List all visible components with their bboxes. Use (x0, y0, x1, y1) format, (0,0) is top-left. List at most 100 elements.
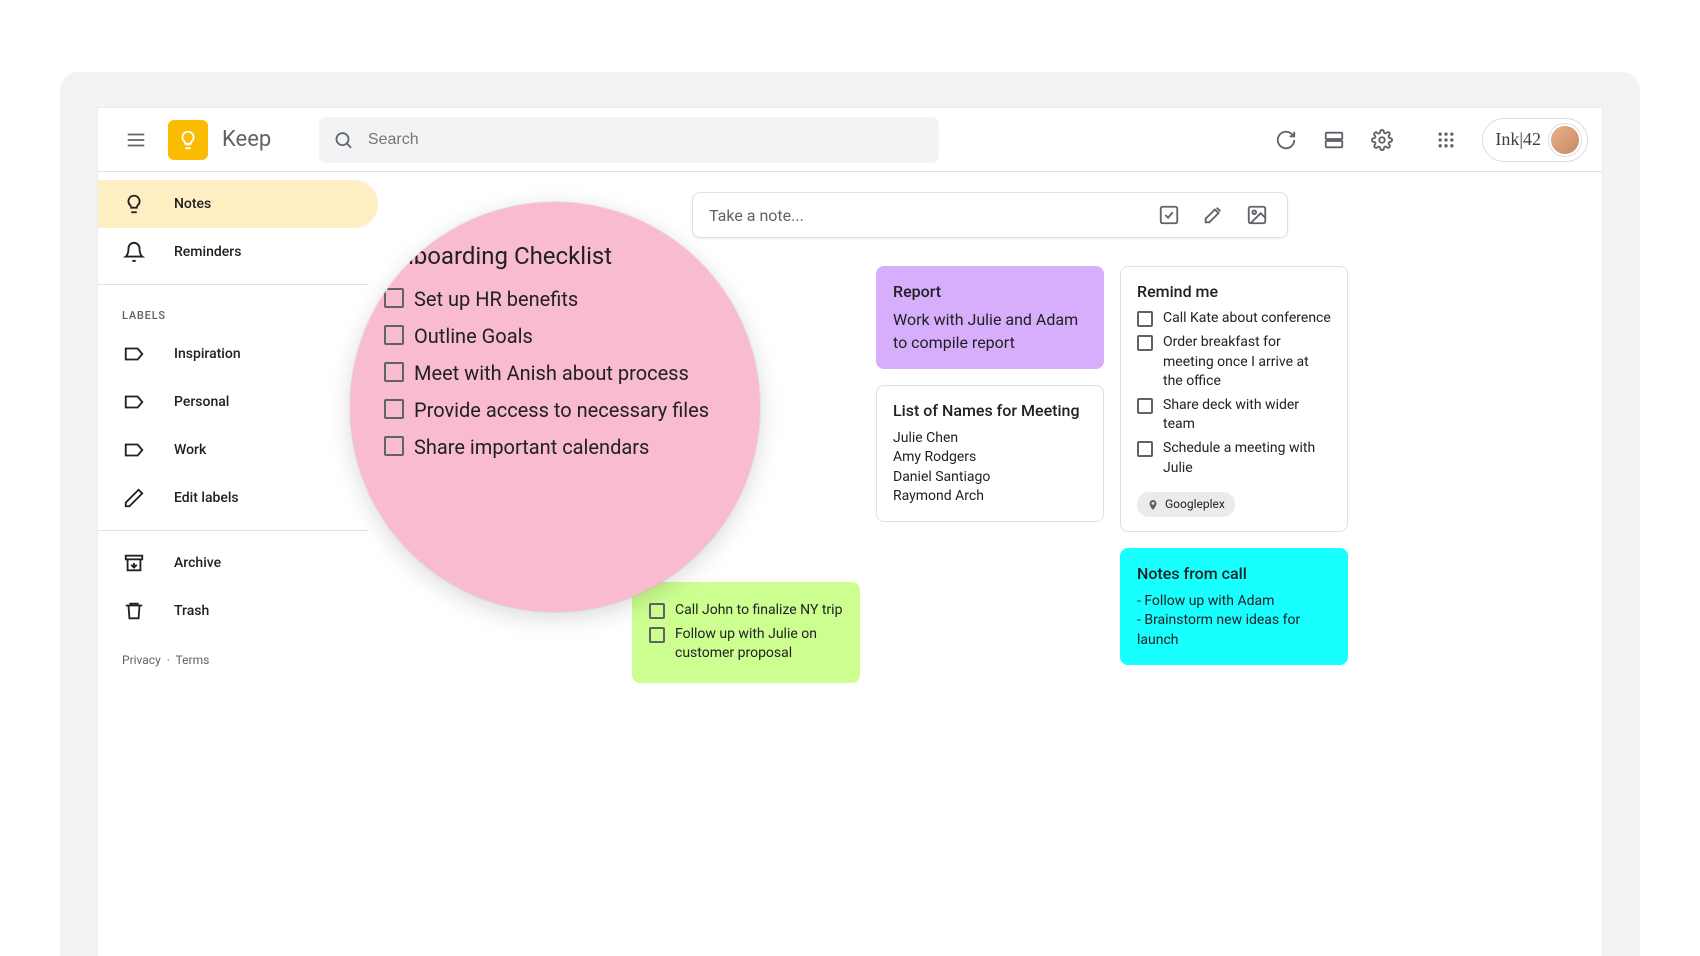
list-item: Julie Chen (893, 429, 1087, 449)
bell-icon (122, 241, 146, 263)
note-body: Work with Julie and Adam to compile repo… (893, 309, 1087, 354)
new-image-button[interactable] (1235, 193, 1279, 237)
note-card-green[interactable]: Call John to finalize NY trip Follow up … (632, 582, 860, 683)
settings-button[interactable] (1360, 118, 1404, 162)
terms-link[interactable]: Terms (176, 653, 210, 667)
app-window: Keep Ink|4 (98, 108, 1602, 956)
privacy-link[interactable]: Privacy (122, 653, 161, 667)
note-line: - Brainstorm new ideas for launch (1137, 611, 1331, 650)
body: Notes Reminders LABELS Inspiration Perso… (98, 172, 1602, 956)
checkbox-icon[interactable] (649, 627, 665, 643)
checklist-item[interactable]: Share deck with wider team (1137, 396, 1331, 435)
label-icon (122, 343, 146, 365)
checklist-item[interactable]: Call Kate about conference (1137, 309, 1331, 329)
sidebar-item-label: Notes (174, 196, 211, 212)
note-card-names[interactable]: List of Names for Meeting Julie Chen Amy… (876, 385, 1104, 522)
divider (98, 530, 368, 531)
label-icon (122, 439, 146, 461)
note-card-remind[interactable]: Remind me Call Kate about conference Ord… (1120, 266, 1348, 532)
apps-grid-icon (1436, 130, 1456, 150)
sidebar-item-label: Edit labels (174, 490, 239, 506)
sidebar-item-label: Reminders (174, 244, 241, 260)
lightbulb-icon (177, 129, 199, 151)
location-chip[interactable]: Googleplex (1137, 492, 1235, 517)
avatar (1549, 124, 1581, 156)
archive-icon (122, 552, 146, 574)
account-brand: Ink|42 (1495, 129, 1541, 150)
search-bar[interactable] (319, 117, 939, 163)
checkbox-icon[interactable] (384, 362, 404, 382)
sidebar-item-trash[interactable]: Trash (98, 587, 378, 635)
sidebar-item-notes[interactable]: Notes (98, 180, 378, 228)
sidebar-label-personal[interactable]: Personal (98, 378, 378, 426)
lightbulb-icon (122, 193, 146, 215)
labels-header: LABELS (98, 293, 378, 330)
checkbox-icon[interactable] (1137, 441, 1153, 457)
footer-links: Privacy · Terms (98, 635, 378, 667)
list-item: Raymond Arch (893, 487, 1087, 507)
search-input[interactable] (368, 131, 925, 149)
notes-column: Report Work with Julie and Adam to compi… (876, 266, 1104, 522)
checklist-item[interactable]: Set up HR benefits (384, 286, 726, 313)
checkbox-icon[interactable] (1137, 311, 1153, 327)
checklist-item[interactable]: Order breakfast for meeting once I arriv… (1137, 333, 1331, 392)
notes-column: Remind me Call Kate about conference Ord… (1120, 266, 1348, 665)
search-icon (333, 129, 354, 151)
checkbox-icon[interactable] (1137, 335, 1153, 351)
sidebar: Notes Reminders LABELS Inspiration Perso… (98, 172, 378, 956)
header: Keep Ink|4 (98, 108, 1602, 172)
list-item: Daniel Santiago (893, 468, 1087, 488)
magnified-note-overlay: Onboarding Checklist Set up HR benefits … (350, 202, 760, 612)
new-list-button[interactable] (1147, 193, 1191, 237)
sidebar-item-label: Inspiration (174, 346, 241, 362)
divider (98, 284, 368, 285)
note-title: Remind me (1137, 281, 1331, 303)
note-title: Notes from call (1137, 563, 1331, 585)
note-title: Onboarding Checklist (384, 242, 726, 270)
location-pin-icon (1147, 499, 1159, 511)
device-frame: Keep Ink|4 (60, 72, 1640, 956)
checkbox-icon[interactable] (649, 603, 665, 619)
account-chip[interactable]: Ink|42 (1482, 118, 1588, 162)
checklist-item[interactable]: Schedule a meeting with Julie (1137, 439, 1331, 478)
new-note-bar[interactable]: Take a note... (692, 192, 1288, 238)
sidebar-item-archive[interactable]: Archive (98, 539, 378, 587)
checkbox-icon[interactable] (384, 399, 404, 419)
list-view-icon (1323, 129, 1345, 151)
new-note-placeholder: Take a note... (709, 206, 804, 225)
sidebar-item-label: Archive (174, 555, 221, 571)
sidebar-item-reminders[interactable]: Reminders (98, 228, 378, 276)
refresh-icon (1275, 129, 1297, 151)
app-title: Keep (222, 127, 271, 152)
checkbox-icon[interactable] (384, 288, 404, 308)
checkbox-icon[interactable] (1137, 398, 1153, 414)
note-title: Report (893, 281, 1087, 303)
image-icon (1246, 204, 1268, 226)
menu-icon (125, 129, 147, 151)
refresh-button[interactable] (1264, 118, 1308, 162)
brush-icon (1202, 204, 1224, 226)
note-line: - Follow up with Adam (1137, 592, 1331, 612)
gear-icon (1371, 129, 1393, 151)
checklist-item[interactable]: Provide access to necessary files (384, 397, 726, 424)
checkbox-icon[interactable] (384, 325, 404, 345)
checklist-item[interactable]: Outline Goals (384, 323, 726, 350)
sidebar-label-work[interactable]: Work (98, 426, 378, 474)
note-card-report[interactable]: Report Work with Julie and Adam to compi… (876, 266, 1104, 369)
list-view-button[interactable] (1312, 118, 1356, 162)
sidebar-label-inspiration[interactable]: Inspiration (98, 330, 378, 378)
note-title: List of Names for Meeting (893, 400, 1087, 422)
sidebar-item-label: Trash (174, 603, 209, 619)
sidebar-edit-labels[interactable]: Edit labels (98, 474, 378, 522)
checklist-item[interactable]: Call John to finalize NY trip (649, 601, 843, 621)
checkbox-icon[interactable] (384, 436, 404, 456)
note-card-call[interactable]: Notes from call - Follow up with Adam - … (1120, 548, 1348, 665)
new-drawing-button[interactable] (1191, 193, 1235, 237)
menu-button[interactable] (112, 116, 160, 164)
checklist-item[interactable]: Share important calendars (384, 434, 726, 461)
header-actions: Ink|42 (1264, 118, 1588, 162)
checklist-item[interactable]: Meet with Anish about process (384, 360, 726, 387)
label-icon (122, 391, 146, 413)
apps-button[interactable] (1424, 118, 1468, 162)
checklist-item[interactable]: Follow up with Julie on customer proposa… (649, 625, 843, 664)
